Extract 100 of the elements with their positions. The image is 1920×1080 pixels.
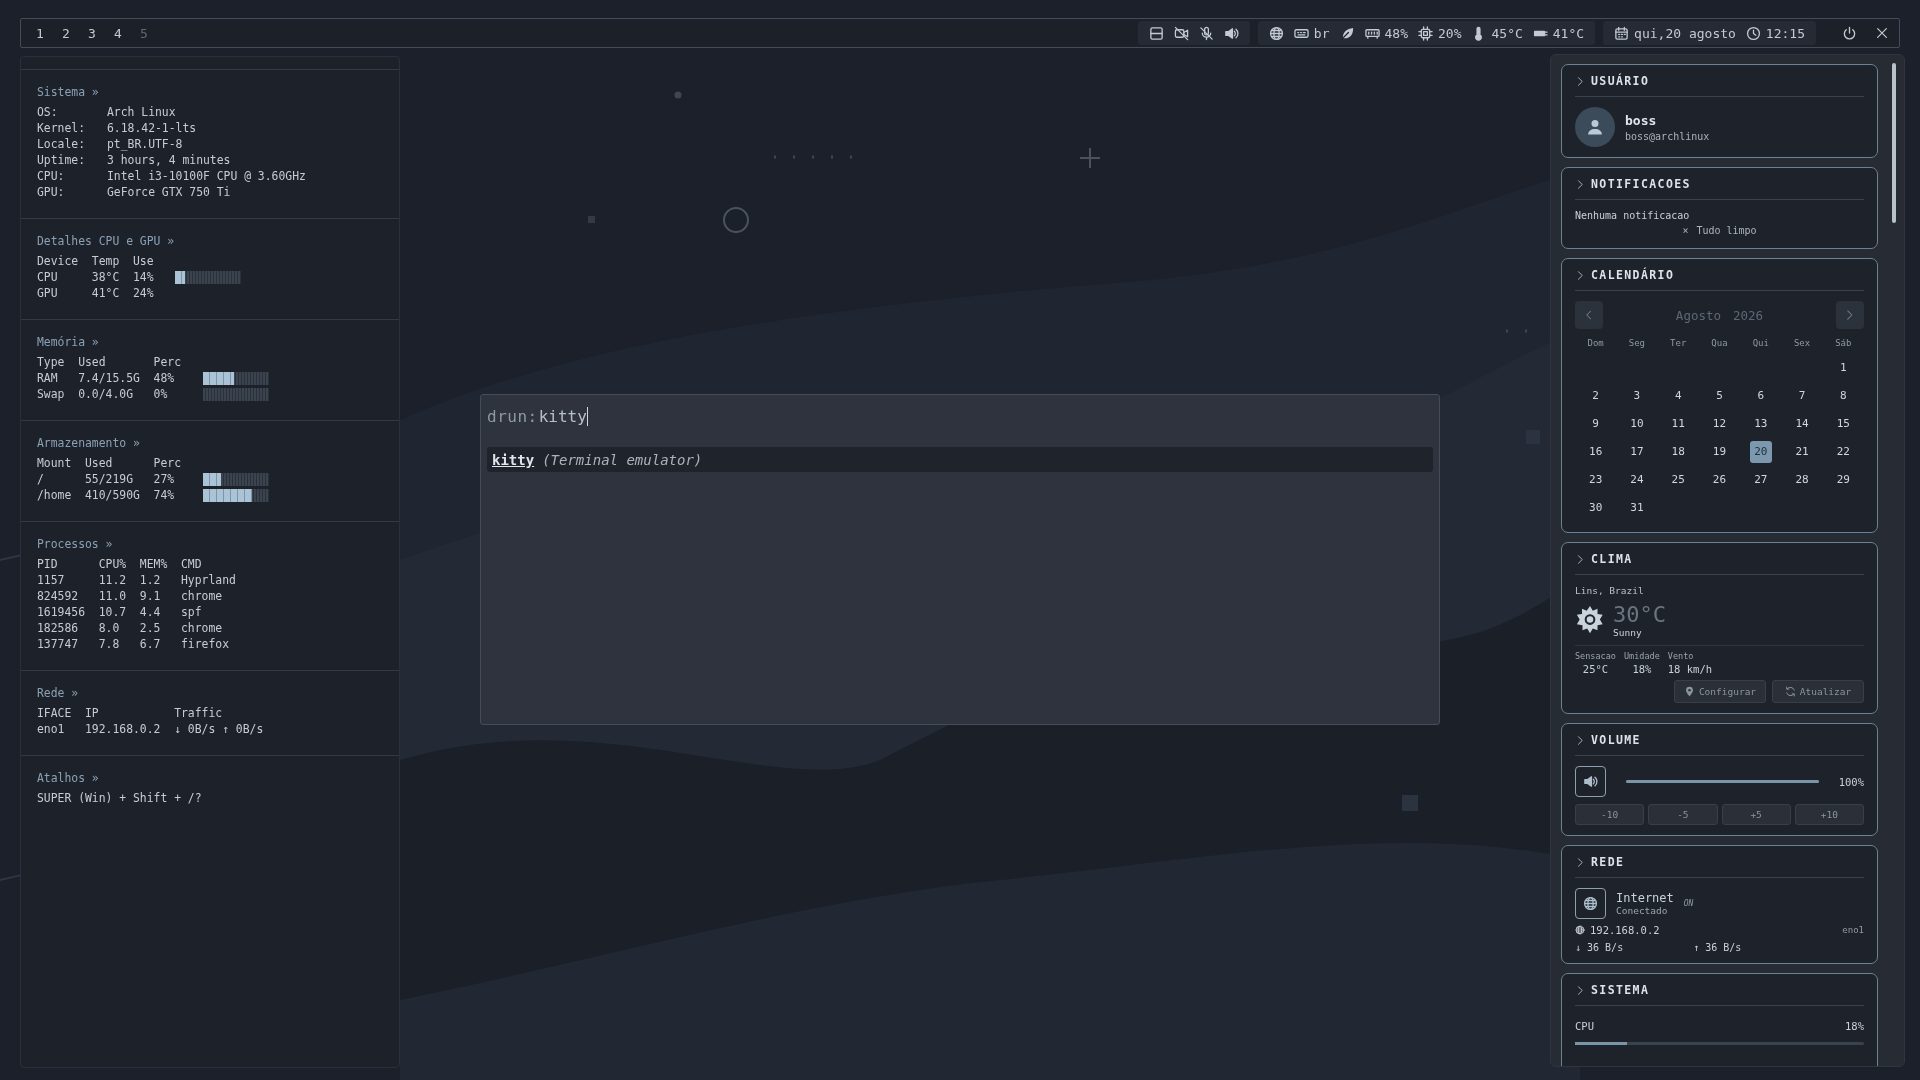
prompt-label: drun: bbox=[487, 406, 538, 426]
calendar-day[interactable]: 7 bbox=[1791, 385, 1814, 407]
chevron-icon[interactable] bbox=[1575, 734, 1586, 746]
info-label: Uptime: bbox=[37, 152, 86, 168]
refresh-icon bbox=[1784, 686, 1796, 697]
result-item[interactable]: kitty (Terminal emulator) bbox=[487, 447, 1433, 472]
calendar-day[interactable]: 4 bbox=[1667, 385, 1690, 407]
stat-value: 25°C bbox=[1581, 663, 1610, 675]
camera-off-icon[interactable] bbox=[1173, 25, 1189, 41]
globe-icon bbox=[1575, 925, 1585, 935]
table-cell-text: 410/590G bbox=[85, 487, 141, 503]
calendar-day[interactable]: 21 bbox=[1791, 441, 1814, 463]
workspace-button[interactable]: 2 bbox=[59, 25, 73, 41]
chevron-icon[interactable] bbox=[1575, 269, 1586, 281]
card-title: VOLUME bbox=[1591, 733, 1641, 747]
calendar-day[interactable]: 1 bbox=[1832, 357, 1855, 379]
speaker-icon[interactable] bbox=[1223, 25, 1239, 41]
month-label: Agosto bbox=[1675, 307, 1721, 323]
info-value: pt_BR.UTF-8 bbox=[107, 136, 184, 152]
calendar-day[interactable]: 12 bbox=[1708, 413, 1731, 435]
info-label: CPU: bbox=[37, 168, 66, 184]
calendar-day[interactable]: 28 bbox=[1791, 469, 1814, 491]
scrollbar[interactable] bbox=[1892, 63, 1896, 223]
calendar-day[interactable]: 19 bbox=[1708, 441, 1731, 463]
table-cell-text: 8.0 bbox=[98, 620, 121, 636]
globe-icon[interactable] bbox=[1268, 25, 1284, 41]
calendar-day[interactable]: 6 bbox=[1749, 385, 1772, 407]
table-cell-text: RAM bbox=[37, 370, 59, 386]
user-icon bbox=[1585, 117, 1605, 137]
section-title: Atalhos » bbox=[37, 770, 100, 786]
chevron-icon[interactable] bbox=[1575, 75, 1586, 87]
calendar-day[interactable]: 14 bbox=[1791, 413, 1814, 435]
section-title: Memória » bbox=[37, 334, 100, 350]
calendar-day[interactable]: 17 bbox=[1625, 441, 1648, 463]
table-cell-text: Swap bbox=[37, 386, 66, 402]
weekday-label: Ter bbox=[1670, 338, 1687, 348]
usage-bar bbox=[202, 488, 269, 502]
column-header: Used bbox=[85, 455, 114, 471]
calendar-day[interactable]: 24 bbox=[1625, 469, 1648, 491]
table-cell-text: 74% bbox=[153, 487, 176, 503]
calendar-day[interactable]: 3 bbox=[1625, 385, 1648, 407]
table-cell-text: 41°C bbox=[91, 285, 121, 301]
calendar-day[interactable]: 10 bbox=[1625, 413, 1648, 435]
memory-usage-label: 48% bbox=[1384, 25, 1408, 41]
calendar-day[interactable]: 20 bbox=[1749, 441, 1772, 463]
workspace-button[interactable]: 3 bbox=[85, 25, 99, 41]
table-cell-text: 10.7 bbox=[98, 604, 128, 620]
calendar-day[interactable]: 22 bbox=[1832, 441, 1855, 463]
calendar-day[interactable]: 8 bbox=[1832, 385, 1855, 407]
calendar-day[interactable]: 25 bbox=[1667, 469, 1690, 491]
usage-bar bbox=[202, 371, 269, 385]
calendar-day[interactable]: 13 bbox=[1749, 413, 1772, 435]
table-cell-text: 27% bbox=[153, 471, 176, 487]
chevron-icon[interactable] bbox=[1575, 984, 1586, 996]
calendar-day[interactable]: 23 bbox=[1584, 469, 1607, 491]
table-cell-text: 48% bbox=[153, 370, 176, 386]
status-label: ON bbox=[1683, 899, 1694, 908]
calendar-day[interactable]: 26 bbox=[1708, 469, 1731, 491]
stat-label: Vento bbox=[1667, 651, 1695, 661]
column-header: Device bbox=[37, 253, 80, 269]
calendar-day[interactable]: 5 bbox=[1708, 385, 1731, 407]
column-header: IP bbox=[85, 705, 100, 721]
calendar-day[interactable]: 11 bbox=[1667, 413, 1690, 435]
volume-reading: 100% bbox=[1838, 775, 1864, 788]
calendar-day[interactable]: 9 bbox=[1584, 413, 1607, 435]
table-cell-text: CPU bbox=[37, 269, 59, 285]
stat-label: Sensacao bbox=[1575, 651, 1616, 661]
calendar-day[interactable]: 30 bbox=[1584, 497, 1607, 519]
location-label: Lins, Brazil bbox=[1575, 585, 1645, 596]
close-icon[interactable] bbox=[1875, 26, 1889, 40]
card-title: SISTEMA bbox=[1591, 983, 1650, 997]
chevron-icon[interactable] bbox=[1575, 178, 1586, 190]
layout-icon[interactable] bbox=[1148, 25, 1164, 41]
table-cell-text: 182586 bbox=[37, 620, 80, 636]
chevron-icon[interactable] bbox=[1575, 856, 1586, 868]
power-icon[interactable] bbox=[1842, 25, 1857, 41]
search-input[interactable]: kitty bbox=[538, 406, 587, 426]
calendar-day[interactable]: 16 bbox=[1584, 441, 1607, 463]
table-cell-text: 14% bbox=[133, 269, 155, 285]
workspace-button[interactable]: 1 bbox=[33, 25, 47, 41]
calendar-day[interactable]: 31 bbox=[1625, 497, 1648, 519]
calendar-day[interactable]: 18 bbox=[1667, 441, 1690, 463]
gpu-temperature-label: 41°C bbox=[1552, 25, 1585, 41]
workspace-button[interactable]: 4 bbox=[111, 25, 125, 41]
table-cell-text: chrome bbox=[181, 620, 224, 636]
volume-slider[interactable] bbox=[1626, 780, 1819, 783]
speaker-button[interactable] bbox=[1575, 766, 1606, 797]
calendar-day[interactable]: 27 bbox=[1749, 469, 1772, 491]
clear-button[interactable]: × Tudo limpo bbox=[1676, 223, 1763, 238]
condition-label: Sunny bbox=[1613, 627, 1643, 638]
calendar-day[interactable]: 15 bbox=[1832, 413, 1855, 435]
calendar-day[interactable]: 2 bbox=[1584, 385, 1607, 407]
column-header: PID bbox=[37, 556, 59, 572]
column-header: Perc bbox=[153, 354, 182, 370]
connection-status: Conectado bbox=[1616, 905, 1669, 916]
chevron-icon[interactable] bbox=[1575, 553, 1586, 565]
calendar-day[interactable]: 29 bbox=[1832, 469, 1855, 491]
microphone-off-icon[interactable] bbox=[1198, 25, 1214, 41]
info-value: Arch Linux bbox=[107, 104, 177, 120]
ip-address: 192.168.0.2 bbox=[1590, 924, 1660, 936]
